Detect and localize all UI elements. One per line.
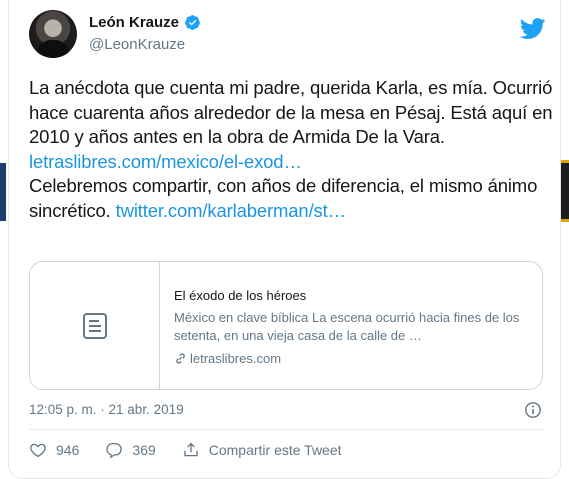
background-edge-left xyxy=(0,163,6,221)
share-button[interactable]: Compartir este Tweet xyxy=(182,441,342,459)
avatar-shoulders xyxy=(37,40,69,58)
tweet-timestamp[interactable]: 12:05 p. m. · 21 abr. 2019 xyxy=(29,402,184,417)
like-button[interactable]: 946 xyxy=(29,441,79,459)
heart-icon xyxy=(30,443,46,458)
avatar[interactable] xyxy=(29,10,77,58)
document-icon xyxy=(82,312,107,339)
tweet-card: León Krauze @LeonKrauze La anécdota que … xyxy=(8,0,561,479)
tweet-text: La anécdota que cuenta mi padre, querida… xyxy=(29,76,554,223)
link-icon xyxy=(176,353,185,364)
reply-button[interactable]: 369 xyxy=(105,441,156,459)
tweet-link-twitter[interactable]: twitter.com/karlaberman/st… xyxy=(116,200,347,221)
like-count: 946 xyxy=(56,442,80,458)
background-edge-right-dark xyxy=(561,163,569,219)
twitter-bird-icon[interactable] xyxy=(520,18,546,40)
share-icon xyxy=(184,442,198,457)
info-icon[interactable] xyxy=(524,401,542,419)
author-name-row[interactable]: León Krauze xyxy=(89,14,201,31)
link-preview-title: El éxodo de los héroes xyxy=(174,288,307,303)
link-preview-domain-text: letraslibres.com xyxy=(190,351,282,366)
link-preview-domain: letraslibres.com xyxy=(174,351,528,366)
link-preview-card[interactable]: El éxodo de los héroes México en clave b… xyxy=(29,261,543,390)
tweet-text-line1: La anécdota que cuenta mi padre, querida… xyxy=(29,77,553,147)
author-display-name[interactable]: León Krauze xyxy=(89,14,179,31)
author-handle[interactable]: @LeonKrauze xyxy=(89,36,185,53)
divider xyxy=(29,429,546,430)
verified-badge-icon xyxy=(185,15,200,30)
link-preview-thumbnail xyxy=(30,262,160,389)
link-preview-description: México en clave bíblica La escena ocurri… xyxy=(174,310,520,343)
reply-count: 369 xyxy=(132,442,156,458)
reply-bubble-icon xyxy=(106,442,123,459)
tweet-actions: 946 369 Compartir este Tweet xyxy=(29,441,368,459)
share-label: Compartir este Tweet xyxy=(208,442,342,458)
tweet-link-letraslibres[interactable]: letraslibres.com/mexico/el-exod… xyxy=(29,151,302,172)
link-preview-body: El éxodo de los héroes México en clave b… xyxy=(160,262,542,389)
